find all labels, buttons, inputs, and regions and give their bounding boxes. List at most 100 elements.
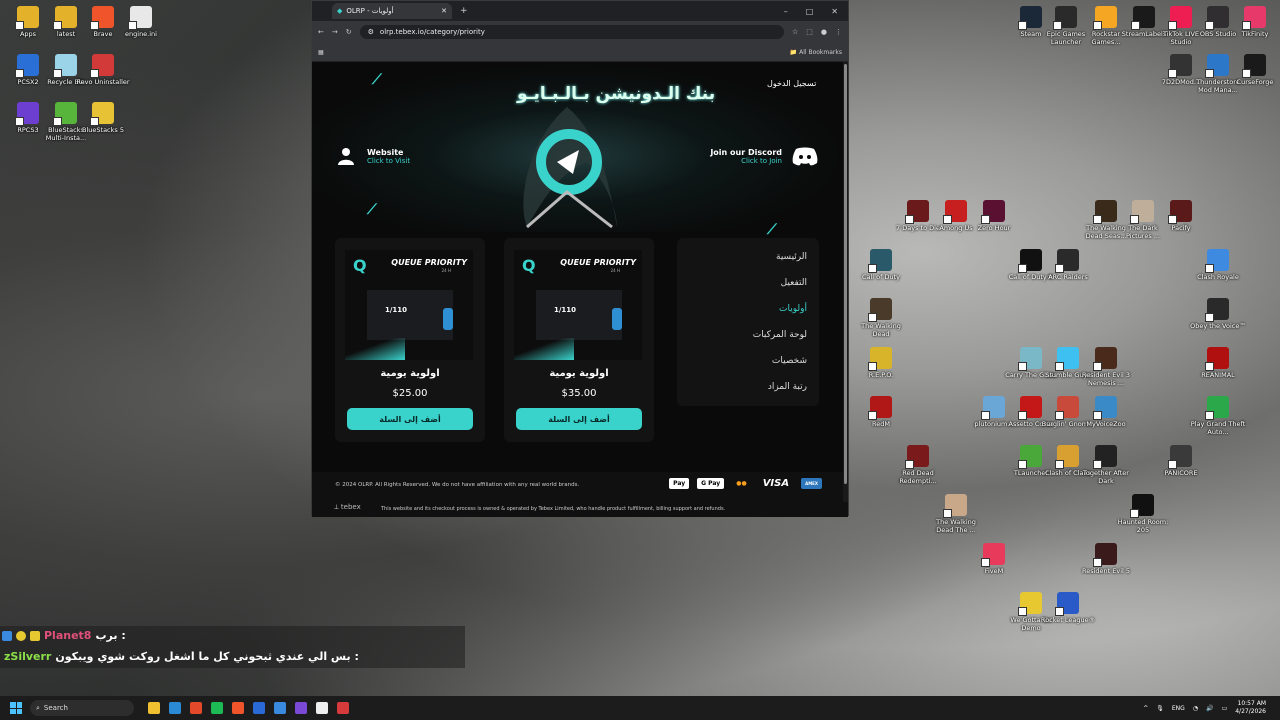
category-menu-item[interactable]: لوحة المركبات [753, 330, 807, 340]
app-icon [1130, 200, 1154, 224]
app-icon [1018, 445, 1042, 469]
desktop-shortcut[interactable]: FiveM [966, 543, 1022, 575]
url-input[interactable]: ⚙ olrp.tebex.io/category/priority [359, 25, 784, 39]
desktop-shortcut[interactable]: Red Dead Redempti... [890, 445, 946, 485]
desktop-shortcut[interactable]: Resident Evil 3 Nemesis ... [1078, 347, 1134, 387]
desktop-shortcut[interactable]: Pacify [1153, 200, 1209, 232]
category-menu-item[interactable]: شخصيات [772, 356, 807, 366]
tab-title: OLRP - أولويات [346, 7, 394, 15]
volume-icon[interactable]: 🔊 [1206, 705, 1213, 712]
product-image[interactable]: Q QUEUE PRIORITY 24 H 1/110 [514, 250, 642, 360]
category-menu-item[interactable]: أولويات [779, 304, 807, 314]
browser-tab[interactable]: ◆ OLRP - أولويات ✕ [332, 3, 452, 19]
desktop-shortcut[interactable]: R.E.P.O. [853, 347, 909, 379]
site-info-icon[interactable]: ⚙ [368, 28, 374, 36]
desktop-shortcut[interactable]: CurseForge [1227, 54, 1280, 86]
desktop-shortcut[interactable]: Together After Dark [1078, 445, 1134, 485]
stream-chat-overlay: Planet8 برب : zSilverr بس الي عندي ثبحون… [0, 626, 465, 668]
desktop-shortcut[interactable]: The Walking Dead The ... [928, 494, 984, 534]
login-link[interactable]: تسجيل الدخول [767, 79, 816, 88]
bookmark-star-icon[interactable]: ☆ [792, 28, 798, 36]
close-tab-icon[interactable]: ✕ [441, 7, 447, 15]
taskbar-app-icon[interactable] [337, 702, 349, 714]
desktop-shortcut[interactable]: Play Grand Theft Auto... [1190, 396, 1246, 436]
app-icon [1055, 347, 1079, 371]
desktop-shortcut[interactable]: TikFinity [1227, 6, 1280, 38]
taskbar-app-icon[interactable] [190, 702, 202, 714]
desktop-shortcut[interactable]: Revo Uninstaller [75, 54, 131, 86]
taskbar-app-icon[interactable] [253, 702, 265, 714]
shortcut-label: Zero Hour [977, 224, 1011, 232]
discord-icon [792, 147, 818, 166]
shortcut-label: R.E.P.O. [868, 371, 894, 379]
product-image-title: QUEUE PRIORITY [391, 258, 467, 267]
close-window-icon[interactable]: ✕ [831, 7, 838, 16]
app-icon [128, 6, 152, 30]
app-icon [53, 6, 77, 30]
desktop-shortcut[interactable]: engine.ini [113, 6, 169, 38]
taskbar-app-icon[interactable] [316, 702, 328, 714]
taskbar-search[interactable]: ⌕ Search [30, 700, 134, 716]
shortcut-label: Clash Royale [1197, 273, 1239, 281]
page-scrollbar[interactable] [843, 62, 848, 502]
product-card[interactable]: Q QUEUE PRIORITY 24 H 1/110 اولوية يومية… [504, 238, 654, 442]
category-menu-item[interactable]: رتبة المزاد [768, 382, 807, 392]
windows-start-icon[interactable] [10, 702, 22, 714]
category-menu: الرئيسية التفعيل أولويات لوحة المركبات شخصيا… [677, 238, 819, 406]
discord-link[interactable]: Join our Discord Click to Join [710, 146, 818, 166]
back-icon[interactable]: ← [318, 28, 324, 36]
apps-grid-icon[interactable]: ▦ [318, 49, 324, 56]
desktop-shortcut[interactable]: BlueStacks 5 [75, 102, 131, 134]
product-card[interactable]: Q QUEUE PRIORITY 24 H 1/110 اولوية يومية… [335, 238, 485, 442]
shortcut-label: ARC Raiders [1048, 273, 1088, 281]
desktop-shortcut[interactable]: PANICORE [1153, 445, 1209, 477]
profile-icon[interactable]: ● [821, 28, 827, 36]
maximize-icon[interactable]: □ [806, 7, 814, 16]
taskbar-app-icon[interactable] [274, 702, 286, 714]
desktop-shortcut[interactable]: Clash Royale [1190, 249, 1246, 281]
add-to-cart-button[interactable]: أضف إلى السلة [347, 408, 473, 430]
app-icon [868, 347, 892, 371]
category-menu-item[interactable]: التفعيل [781, 278, 807, 288]
taskbar-app-icon[interactable] [211, 702, 223, 714]
desktop-shortcut[interactable]: Obey the Voice™ [1190, 298, 1246, 330]
taskbar-app-icon[interactable] [148, 702, 160, 714]
reload-icon[interactable]: ↻ [346, 28, 352, 36]
extensions-icon[interactable]: ⬚ [806, 28, 813, 36]
bookmarks-bar: ▦ 📁 All Bookmarks [312, 43, 848, 62]
language-indicator[interactable]: ENG [1172, 705, 1185, 712]
desktop-shortcut[interactable]: Rocket League® [1040, 592, 1096, 624]
website-link[interactable]: Website Click to Visit [337, 146, 410, 166]
desktop-shortcut[interactable]: RedM [853, 396, 909, 428]
queue-ratio: 1/110 [385, 306, 408, 314]
app-icon [1093, 6, 1117, 30]
chat-message: zSilverr بس الي عندي ثبحوني كل ما اشغل ر… [4, 650, 359, 663]
microphone-icon[interactable]: 🎙 [1156, 705, 1164, 712]
minimize-icon[interactable]: – [784, 7, 788, 16]
desktop-shortcut[interactable]: REANIMAL [1190, 347, 1246, 379]
taskbar-app-icon[interactable] [295, 702, 307, 714]
taskbar-app-icon[interactable] [169, 702, 181, 714]
category-menu-item[interactable]: الرئيسية [776, 252, 807, 262]
forward-icon[interactable]: → [332, 28, 338, 36]
desktop-shortcut[interactable]: Haunted Room: 205 [1115, 494, 1171, 534]
all-bookmarks[interactable]: 📁 All Bookmarks [790, 49, 842, 56]
desktop-shortcut[interactable]: The Walking Dead [853, 298, 909, 338]
desktop-shortcut[interactable]: Call of Duty [853, 249, 909, 281]
product-image[interactable]: Q QUEUE PRIORITY 24 H 1/110 [345, 250, 473, 360]
taskbar-app-icon[interactable] [232, 702, 244, 714]
search-placeholder: Search [43, 704, 68, 712]
desktop-shortcut[interactable]: Zero Hour [966, 200, 1022, 232]
chat-username: Planet8 [44, 629, 92, 642]
desktop-shortcut[interactable]: ARC Raiders [1040, 249, 1096, 281]
desktop-shortcut[interactable]: MyVoiceZoo [1078, 396, 1134, 428]
new-tab-icon[interactable]: + [460, 6, 468, 16]
menu-dots-icon[interactable]: ⋮ [835, 28, 842, 36]
app-icon [1053, 6, 1077, 30]
battery-icon[interactable]: ▭ [1222, 705, 1228, 712]
desktop-shortcut[interactable]: Resident Evil 5 [1078, 543, 1134, 575]
clock[interactable]: 10:57 AM 4/27/2026 [1235, 700, 1266, 716]
tray-chevron-icon[interactable]: ^ [1143, 705, 1148, 712]
wifi-icon[interactable]: ◔ [1193, 705, 1198, 712]
add-to-cart-button[interactable]: أضف إلى السلة [516, 408, 642, 430]
